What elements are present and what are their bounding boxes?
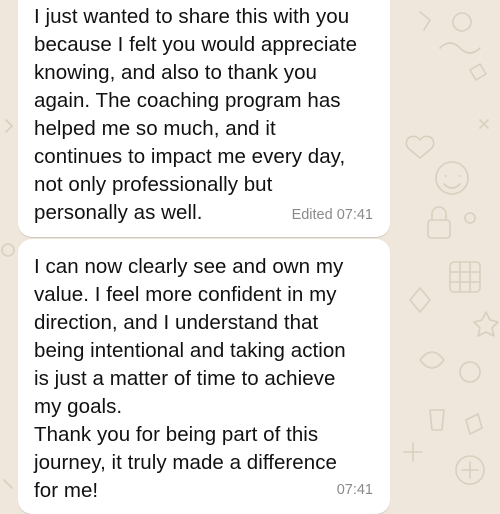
message-text: I can now clearly see and own my value. … [34, 255, 346, 502]
message-timestamp: Edited 07:41 [291, 207, 373, 223]
message-timestamp: 07:41 [336, 482, 373, 498]
message-bubble[interactable]: I can now clearly see and own my value. … [18, 239, 390, 514]
message-bubble[interactable]: I just wanted to share this with you bec… [18, 0, 390, 237]
message-text: I just wanted to share this with you bec… [34, 5, 358, 224]
